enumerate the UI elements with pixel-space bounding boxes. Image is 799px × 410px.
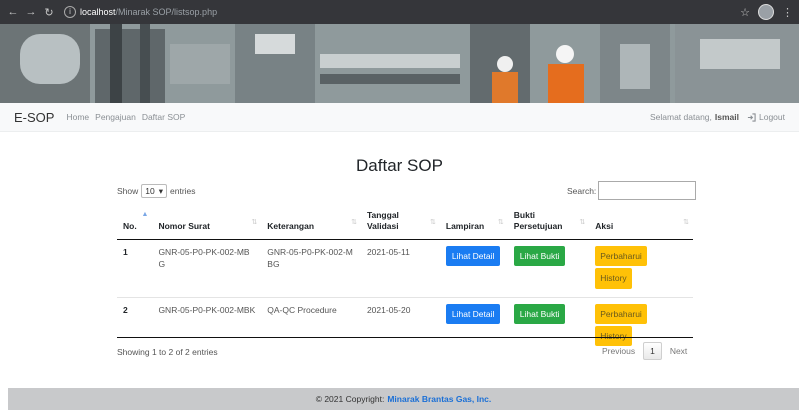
lihat-bukti-button[interactable]: Lihat Bukti [513,245,566,267]
pagination-next[interactable]: Next [662,343,695,359]
nav-link-daftar-sop[interactable]: Daftar SOP [142,112,185,122]
cell-tanggal: 2021-05-11 [360,238,440,298]
sort-icon: ⇅ [683,218,689,226]
profile-avatar-icon[interactable] [758,4,774,20]
cell-keterangan: GNR-05-P0-PK-002-MBG [261,238,361,298]
sort-icon: ⇅ [430,218,436,226]
logout-link[interactable]: Logout [747,112,785,122]
menu-kebab-icon[interactable]: ⋮ [782,6,793,19]
cell-bukti: Lihat Bukti [507,238,590,298]
lihat-bukti-button[interactable]: Lihat Bukti [513,303,566,324]
search-label: Search: [567,185,597,196]
cell-aksi: Perbaharui History [589,238,693,298]
sort-icon: ⇅ [579,218,586,226]
cell-no: 2 [117,296,153,355]
cell-keterangan: QA-QC Procedure [261,296,361,355]
show-label: Show [117,186,139,196]
url-path: /Minarak SOP/listsop.php [115,7,218,17]
col-header-tanggal-validasi[interactable]: Tanggal Validasi ⇅ [360,206,440,240]
footer-company-link[interactable]: Minarak Brantas Gas, Inc. [387,394,491,404]
entries-label: entries [170,186,196,196]
lihat-detail-button[interactable]: Lihat Detail [445,303,501,324]
nav-link-home[interactable]: Home [66,112,89,122]
sort-icon: ⇅ [251,218,258,226]
perbaharui-button[interactable]: Perbaharui [595,245,647,267]
col-header-lampiran[interactable]: Lampiran ⇅ [439,206,508,240]
col-header-aksi[interactable]: Aksi ⇅ [589,206,693,240]
col-header-keterangan[interactable]: Keterangan ⇅ [261,206,361,240]
greeting-text: Selamat datang, [649,112,712,122]
sort-asc-icon: ▲ [141,210,149,218]
col-header-bukti-persetujuan[interactable]: Bukti Persetujuan ⇅ [507,206,590,240]
entries-length-control: Show 10 ▾ entries [117,184,196,198]
cell-tanggal: 2021-05-20 [360,296,440,355]
pagination: Previous 1 Next [594,342,695,360]
table-bottom-border [117,337,693,338]
pagination-previous[interactable]: Previous [594,343,643,359]
search-input[interactable] [598,181,697,200]
col-header-nomor-surat[interactable]: Nomor Surat ⇅ [152,206,262,240]
site-info-icon[interactable]: i [64,6,76,18]
back-arrow-icon[interactable]: ← [6,6,20,18]
lihat-detail-button[interactable]: Lihat Detail [445,245,501,267]
cell-bukti: Lihat Bukti [507,296,590,355]
page-title: Daftar SOP [356,156,443,175]
cell-lampiran: Lihat Detail [439,238,508,298]
reload-icon[interactable]: ↻ [42,6,56,19]
table-header-row: No. ▲ Nomor Surat ⇅ Keterangan ⇅ Tanggal Va… [117,206,693,240]
cell-no: 1 [117,238,153,298]
sort-icon: ⇅ [351,218,357,226]
brand-logo[interactable]: E-SOP [14,110,54,125]
username: Ismail [714,112,739,122]
cell-lampiran: Lihat Detail [439,296,508,355]
bookmark-star-icon[interactable]: ☆ [740,6,750,19]
cell-nomor-surat: GNR-05-P0-PK-002-MBG [152,238,262,298]
table-info: Showing 1 to 2 of 2 entries [117,347,218,357]
history-button[interactable]: History [595,268,632,289]
header-banner-image [0,24,799,103]
browser-toolbar: ← → ↻ i localhost /Minarak SOP/listsop.p… [0,0,799,24]
search-control: Search: [567,181,697,200]
sort-icon: ⇅ [497,218,504,226]
cell-nomor-surat: GNR-05-P0-PK-002-MBK [152,296,262,355]
footer-copyright: © 2021 Copyright: [315,394,385,404]
url-host: localhost [80,7,116,17]
footer: © 2021 Copyright: Minarak Brantas Gas, I… [8,388,799,410]
logout-icon [747,112,756,122]
table-row: 1 GNR-05-P0-PK-002-MBG GNR-05-P0-PK-002-… [117,238,693,298]
forward-arrow-icon[interactable]: → [24,6,38,18]
address-bar[interactable]: i localhost /Minarak SOP/listsop.php [64,4,704,20]
pagination-page-current[interactable]: 1 [643,342,662,360]
col-header-no[interactable]: No. ▲ [117,206,153,240]
entries-select[interactable]: 10 ▾ [141,184,168,198]
logout-label: Logout [759,112,785,122]
nav-link-pengajuan[interactable]: Pengajuan [95,112,136,122]
top-navbar: E-SOP Home Pengajuan Daftar SOP Selamat … [0,103,799,132]
sop-table: No. ▲ Nomor Surat ⇅ Keterangan ⇅ Tanggal Va… [117,206,693,355]
perbaharui-button[interactable]: Perbaharui [595,303,647,324]
entries-select-value: 10 [145,186,155,196]
chevron-down-icon: ▾ [158,185,164,196]
